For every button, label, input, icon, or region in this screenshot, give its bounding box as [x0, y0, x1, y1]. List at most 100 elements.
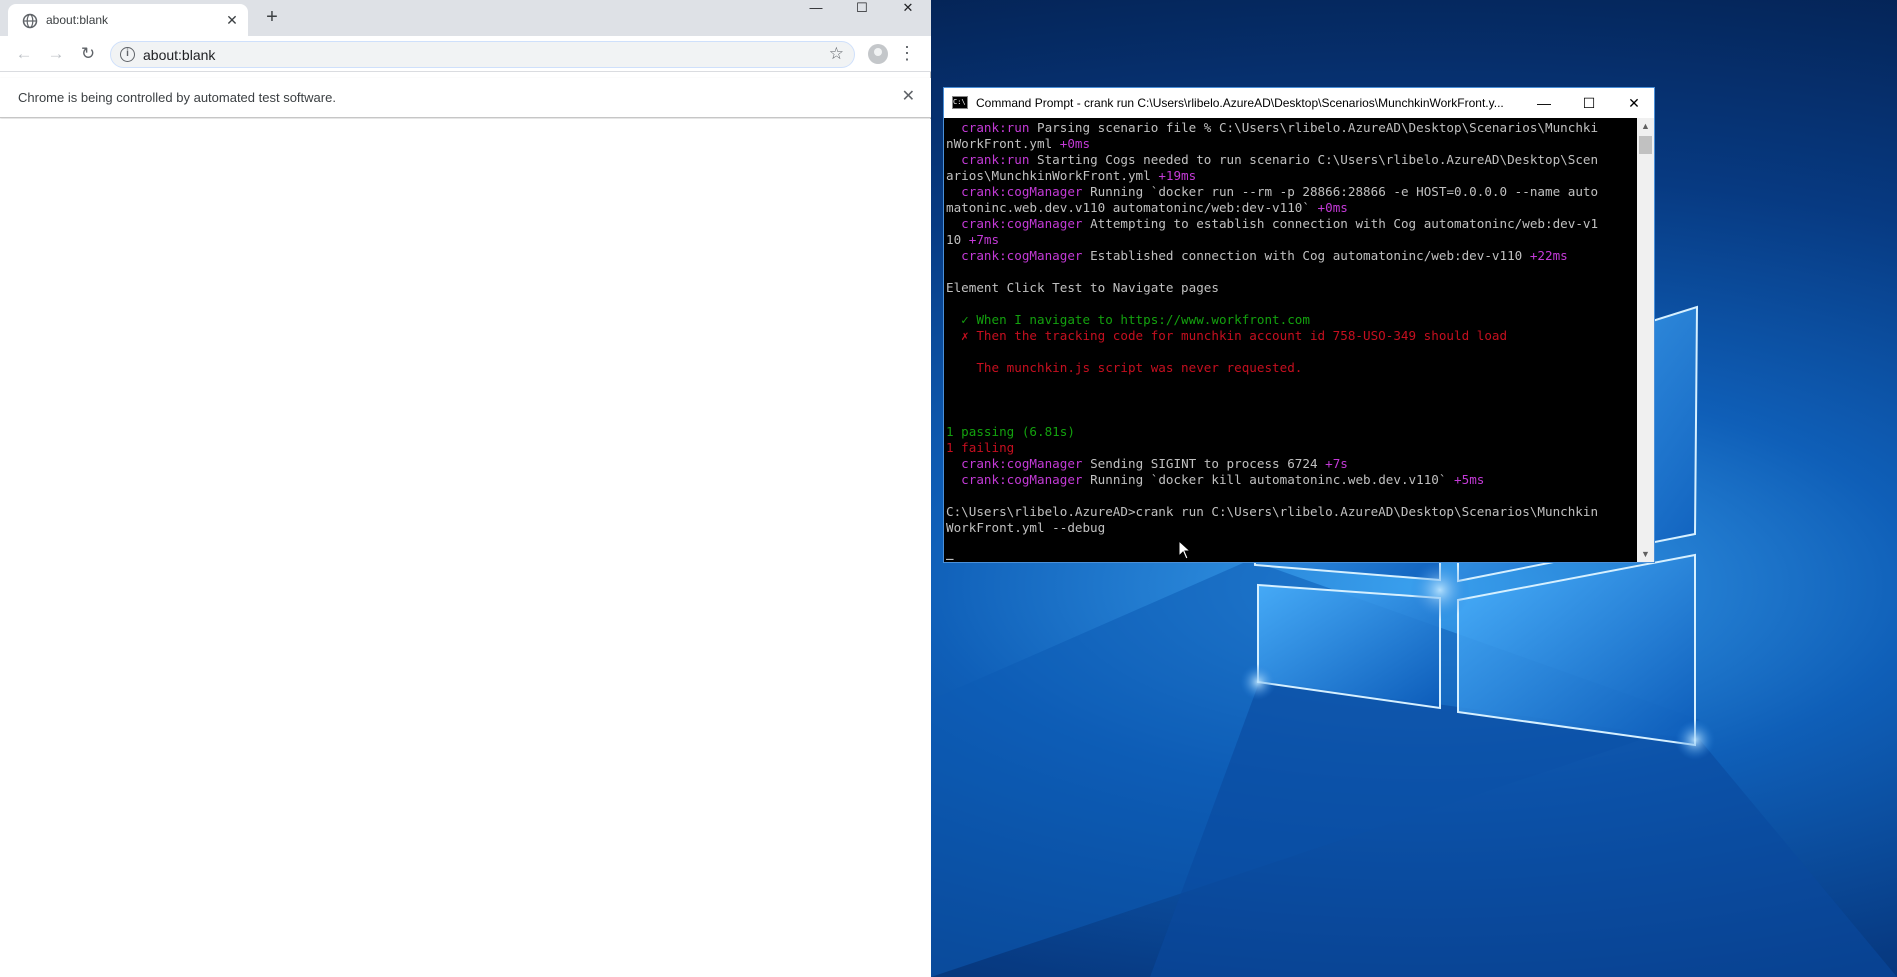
mouse-cursor-icon — [1178, 540, 1192, 560]
cmd-close-button[interactable]: ✕ — [1614, 92, 1654, 114]
scroll-up-icon[interactable]: ▲ — [1637, 118, 1654, 134]
console-text: +7ms — [968, 232, 1000, 247]
console-line: matoninc.web.dev.v110 automatoninc/web:d… — [946, 200, 1634, 216]
tab-about-blank[interactable]: about:blank ✕ — [8, 4, 248, 36]
console-text: +5ms — [1454, 472, 1485, 487]
scroll-down-icon[interactable]: ▼ — [1637, 546, 1654, 562]
console-line: crank:cogManager Running `docker run --r… — [946, 184, 1634, 200]
minimize-button[interactable]: — — [793, 0, 839, 20]
console-line: 10 +7ms — [946, 232, 1634, 248]
console-text: Running `docker run --rm -p 28866:28866 … — [1082, 184, 1599, 199]
console-text: ✓ When I navigate to https://www.workfro… — [946, 312, 1310, 327]
cmd-console-output[interactable]: crank:run Parsing scenario file % C:\Use… — [946, 120, 1634, 560]
console-text: Parsing scenario file % C:\Users\rlibelo… — [1029, 120, 1599, 135]
console-text: arios\MunchkinWorkFront.yml — [946, 168, 1159, 183]
console-text: +19ms — [1158, 168, 1197, 183]
globe-icon — [22, 13, 38, 29]
console-text: crank:cogManager — [961, 456, 1083, 471]
console-text: matoninc.web.dev.v110 automatoninc/web:d… — [946, 200, 1318, 215]
infobar-close-icon[interactable]: ✕ — [902, 86, 915, 106]
back-arrow-icon[interactable]: ← — [12, 42, 36, 66]
cmd-app-icon: C:\ — [952, 96, 968, 109]
console-text: C:\Users\rlibelo.AzureAD>crank run C:\Us… — [946, 504, 1599, 519]
avatar-icon[interactable] — [868, 44, 888, 64]
new-tab-button[interactable]: + — [262, 7, 282, 28]
console-line: ▬ — [946, 552, 1634, 560]
cmd-window-title: Command Prompt - crank run C:\Users\rlib… — [976, 96, 1504, 110]
console-text: crank:run — [961, 152, 1030, 167]
info-icon[interactable]: i — [120, 47, 135, 62]
console-text: +0ms — [1317, 200, 1348, 215]
console-text: crank:cogManager — [961, 184, 1083, 199]
console-text: WorkFront.yml --debug — [946, 520, 1106, 535]
command-prompt-window: C:\ Command Prompt - crank run C:\Users\… — [943, 87, 1655, 563]
console-text: crank:cogManager — [961, 472, 1083, 487]
console-line: ✗ Then the tracking code for munchkin ac… — [946, 328, 1634, 344]
cmd-title-bar[interactable]: C:\ Command Prompt - crank run C:\Users\… — [944, 88, 1654, 118]
reload-icon[interactable]: ↻ — [76, 42, 100, 66]
console-text: Running `docker kill automatoninc.web.de… — [1082, 472, 1455, 487]
console-line: WorkFront.yml --debug — [946, 520, 1634, 536]
forward-arrow-icon[interactable]: → — [44, 42, 68, 66]
console-text: +7s — [1325, 456, 1348, 471]
console-text: ▬ — [946, 552, 954, 560]
console-line: crank:cogManager Sending SIGINT to proce… — [946, 456, 1634, 472]
cmd-maximize-button[interactable]: ☐ — [1569, 92, 1609, 114]
console-line: 1 failing — [946, 440, 1634, 456]
scroll-thumb[interactable] — [1639, 136, 1652, 154]
console-text: 1 passing (6.81s) — [946, 424, 1075, 439]
console-line: arios\MunchkinWorkFront.yml +19ms — [946, 168, 1634, 184]
console-text: +22ms — [1529, 248, 1568, 263]
console-line: C:\Users\rlibelo.AzureAD>crank run C:\Us… — [946, 504, 1634, 520]
infobar-message: Chrome is being controlled by automated … — [18, 90, 336, 105]
console-text: Attempting to establish connection with … — [1082, 216, 1599, 231]
console-text: The munchkin.js script was never request… — [946, 360, 1303, 375]
console-line: ✓ When I navigate to https://www.workfro… — [946, 312, 1634, 328]
tab-title: about:blank — [46, 13, 109, 27]
console-line: crank:cogManager Running `docker kill au… — [946, 472, 1634, 488]
chrome-window: about:blank ✕ + — ☐ ✕ ← → ↻ i about:blan… — [0, 0, 931, 977]
maximize-button[interactable]: ☐ — [839, 0, 885, 20]
console-text: 10 — [946, 232, 969, 247]
console-text: crank:cogManager — [961, 248, 1083, 263]
console-line: 1 passing (6.81s) — [946, 424, 1634, 440]
console-text: Sending SIGINT to process 6724 — [1082, 456, 1326, 471]
console-text: crank:run — [961, 120, 1030, 135]
close-button[interactable]: ✕ — [885, 0, 931, 20]
kebab-menu-icon[interactable]: ⋮ — [898, 42, 916, 66]
chrome-title-bar: about:blank ✕ + — ☐ ✕ — [0, 0, 931, 36]
console-line: crank:cogManager Established connection … — [946, 248, 1634, 264]
console-line: nWorkFront.yml +0ms — [946, 136, 1634, 152]
cmd-minimize-button[interactable]: — — [1524, 92, 1564, 114]
url-text[interactable]: about:blank — [143, 47, 215, 63]
star-icon[interactable]: ☆ — [829, 44, 844, 64]
console-text: nWorkFront.yml — [946, 136, 1060, 151]
cmd-scrollbar[interactable]: ▲ ▼ — [1637, 118, 1654, 562]
console-text: +0ms — [1059, 136, 1091, 151]
page-content[interactable] — [0, 119, 931, 977]
console-text: Established connection with Cog automato… — [1082, 248, 1530, 263]
console-text: Element Click Test to Navigate pages — [946, 280, 1219, 295]
console-line: crank:run Parsing scenario file % C:\Use… — [946, 120, 1634, 136]
tab-close-icon[interactable]: ✕ — [224, 12, 240, 28]
address-bar[interactable]: i about:blank ☆ — [110, 41, 855, 68]
console-line: Element Click Test to Navigate pages — [946, 280, 1634, 296]
automation-infobar: Chrome is being controlled by automated … — [0, 78, 931, 118]
console-text: Starting Cogs needed to run scenario C:\… — [1029, 152, 1599, 167]
console-text: crank:cogManager — [961, 216, 1083, 231]
